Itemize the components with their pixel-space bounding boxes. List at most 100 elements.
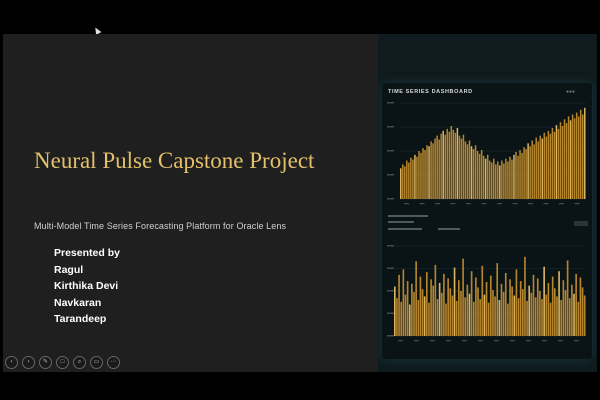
zoom-icon[interactable]: ⌕ — [73, 356, 86, 369]
chart-bar — [531, 140, 533, 199]
chart-bar — [455, 300, 458, 336]
chart-bar — [523, 147, 525, 199]
chart-bar — [416, 156, 418, 199]
slides-icon[interactable]: □ — [56, 356, 69, 369]
chart-bar — [533, 144, 535, 199]
chart-bar — [476, 151, 479, 199]
chart-bar — [547, 282, 550, 336]
chart-bar — [487, 302, 490, 336]
chart-bar — [480, 150, 483, 199]
chart-bar — [447, 278, 449, 336]
chart-bar — [419, 276, 422, 336]
chart-bar — [551, 127, 554, 199]
chart-bar — [410, 157, 412, 199]
chart-bar — [426, 272, 428, 336]
chart-bar — [458, 135, 461, 199]
chart-bar — [440, 133, 442, 199]
chart-bar — [502, 291, 505, 336]
chart-bar — [543, 266, 545, 336]
chart-bar — [436, 299, 439, 336]
chart-bar — [426, 145, 428, 199]
chart-bar — [513, 295, 516, 336]
chart-bar — [562, 280, 565, 336]
next-icon[interactable]: › — [22, 356, 35, 369]
chart-bar — [569, 120, 572, 199]
chart-bar — [534, 297, 537, 336]
chart-bar — [448, 131, 451, 199]
chart-bar — [418, 151, 420, 199]
pen-icon[interactable]: ✎ — [39, 356, 52, 369]
chart-bar — [507, 303, 509, 336]
chart-bar — [400, 168, 402, 199]
chart-bar — [488, 160, 491, 199]
chart-bar — [511, 159, 513, 199]
chart-bar — [494, 296, 496, 336]
chart-bar — [486, 154, 489, 199]
top-black-bar — [0, 0, 600, 34]
chart-bar — [483, 294, 486, 336]
subtitles-icon[interactable]: ▭ — [90, 356, 103, 369]
chart-bar — [499, 165, 501, 199]
presenter-name: Kirthika Devi — [54, 280, 119, 292]
chart-bar — [561, 126, 564, 199]
chart-bar — [537, 141, 539, 199]
chart-bar — [472, 301, 475, 336]
chart-bar — [472, 149, 475, 199]
prev-icon[interactable]: ‹ — [5, 356, 18, 369]
chart-bar — [563, 119, 566, 199]
chart-bar — [490, 275, 492, 336]
chart-bar — [573, 293, 575, 336]
chart-bar — [438, 139, 440, 199]
chart-bar — [481, 265, 484, 336]
chart-bar — [475, 277, 477, 336]
presenter-name: Tarandeep — [54, 313, 107, 325]
chart-bar — [396, 298, 398, 336]
chart-bar — [504, 273, 507, 336]
chart-bar — [545, 294, 548, 336]
chart-bar — [560, 300, 563, 336]
chart-bar — [468, 293, 471, 336]
chart-bar — [470, 271, 473, 336]
chart-bar — [451, 295, 454, 336]
chart-bar — [519, 281, 522, 336]
chart-bar — [474, 145, 477, 199]
chart-bar — [477, 287, 479, 336]
chart-bar — [484, 158, 487, 199]
slide-title: Neural Pulse Capstone Project — [34, 148, 315, 173]
chart-bar — [423, 296, 426, 336]
slide-subtitle: Multi-Model Time Series Forecasting Plat… — [34, 221, 287, 231]
chart-bar — [513, 154, 515, 199]
chart-bar — [541, 299, 543, 336]
chart-bar — [485, 282, 488, 336]
chart-bar — [571, 284, 573, 336]
chart-bar — [456, 127, 459, 199]
chart-bar — [460, 138, 463, 199]
chart-bar — [579, 277, 582, 336]
chart-bar — [577, 301, 580, 336]
dashboard-image-panel: TIME SERIES DASHBOARD ●●● — [378, 34, 597, 372]
chart-bar — [581, 287, 584, 336]
dashboard-menu-icon: ●●● — [566, 89, 576, 95]
chart-bar — [408, 162, 410, 199]
chart-bar — [446, 128, 449, 199]
chart-bar — [528, 285, 531, 336]
chart-bar — [408, 304, 411, 336]
chart-bar — [515, 269, 518, 336]
chart-bar — [559, 122, 562, 199]
chart-bar — [468, 140, 471, 199]
chart-bar — [517, 155, 519, 199]
more-icon[interactable]: ⋯ — [107, 356, 120, 369]
chart-bar — [554, 288, 556, 336]
chart-bar — [503, 163, 505, 199]
chart-bar — [573, 118, 576, 199]
chart-bar — [541, 138, 544, 199]
chart-bar — [517, 298, 520, 336]
chart-bar — [424, 150, 426, 199]
chart-bar — [555, 125, 558, 199]
chart-bar — [539, 291, 541, 336]
chart-bar — [406, 281, 409, 336]
chart-bar — [442, 130, 444, 199]
chart-bar — [454, 132, 457, 199]
presentation-slide: Neural Pulse Capstone Project Multi-Mode… — [3, 34, 597, 372]
dashboard-title: TIME SERIES DASHBOARD — [388, 89, 473, 95]
